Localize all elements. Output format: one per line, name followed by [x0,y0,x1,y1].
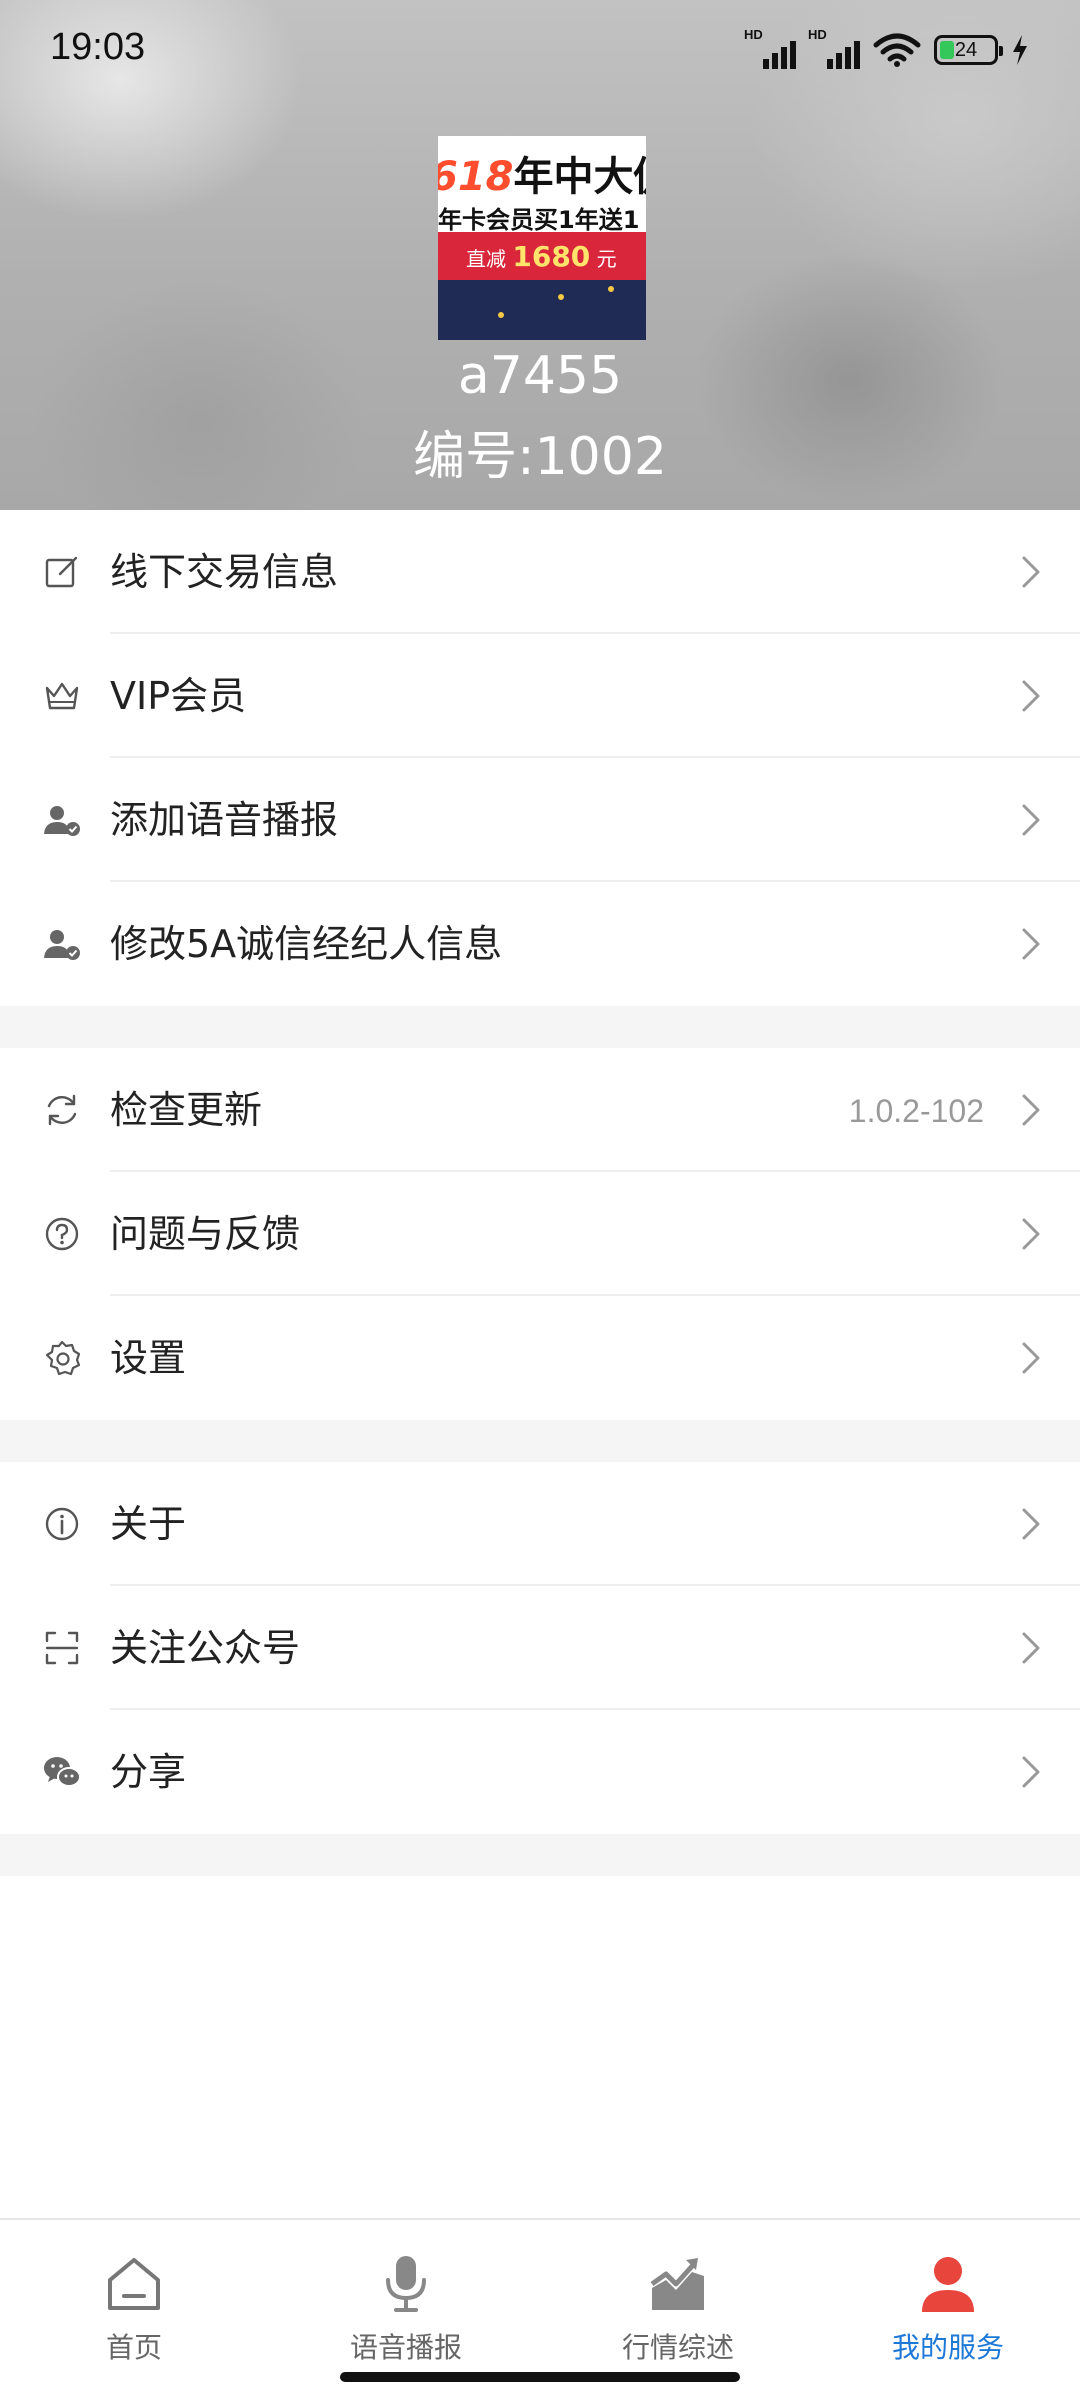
avatar-line1-text: 年中大促 [513,154,647,200]
avatar-banner-suffix: 元 [596,247,617,271]
menu-item-label: 检查更新 [110,1088,263,1132]
menu-item-edit-agent[interactable]: 修改5A诚信经纪人信息 [0,882,1080,1006]
chevron-right-icon [1022,1756,1040,1788]
avatar-line1-number: 618 [438,154,514,200]
menu-group: 线下交易信息 VIP会员 添加语音播报 修改5A诚信经纪人信息 [0,510,1080,1006]
scan-icon [45,1631,79,1665]
menu-item-label: 关于 [110,1502,187,1546]
refresh-icon [47,1094,77,1126]
avatar[interactable]: 618年中大促 年卡会员买1年送1 直减 1680 元 [438,136,646,340]
wifi-icon [873,33,921,67]
trend-chart-icon [650,2258,704,2310]
tab-market-overview[interactable]: 行情综述 [578,2240,778,2370]
menu-item-label: 添加语音播报 [110,798,339,842]
menu-item-label: 设置 [110,1336,187,1380]
menu-item-label: 修改5A诚信经纪人信息 [110,922,503,966]
tab-home[interactable]: 首页 [34,2240,234,2370]
avatar-line1: 618年中大促 [438,144,646,202]
menu-group: 关于 关注公众号 分享 [0,1462,1080,1834]
tab-label: 行情综述 [621,2331,734,2364]
status-icons: HD HD 24 [744,27,1030,70]
avatar-banner: 直减 1680 元 [438,232,646,280]
avatar-banner-prefix: 直减 [466,247,506,271]
status-bar: 19:03 HD HD 24 [0,0,1080,100]
battery-icon: 24 [934,35,1003,65]
section-divider [0,1420,1080,1462]
menu-item-label: VIP会员 [110,674,247,718]
cell-signal-icon: HD [744,27,796,69]
user-icon [922,2257,974,2312]
home-icon [108,2258,160,2310]
gear-icon [45,1340,81,1376]
crown-icon [45,682,79,710]
avatar-decoration [608,286,614,292]
signal-hd-label-2: HD [808,27,827,42]
menu-list: 线下交易信息 VIP会员 添加语音播报 修改5A诚信经纪人信息 检查更新 1.0… [0,510,1080,1876]
menu-group: 检查更新 1.0.2-102 问题与反馈 设置 [0,1048,1080,1420]
menu-item-label: 线下交易信息 [110,550,339,594]
menu-item-offline-trades[interactable]: 线下交易信息 [0,510,1080,634]
tab-label: 首页 [105,2331,162,2364]
tab-voice-broadcast[interactable]: 语音播报 [306,2240,506,2370]
avatar-line2: 年卡会员买1年送1 [438,206,640,234]
chevron-right-icon [1022,556,1040,588]
menu-item-label: 问题与反馈 [110,1212,301,1256]
menu-item-share[interactable]: 分享 [0,1710,1080,1834]
wechat-icon [44,1757,81,1787]
home-indicator[interactable] [340,2372,740,2382]
charging-bolt-icon [1013,35,1027,65]
edit-icon [45,556,78,588]
username: a7455 [457,346,623,406]
status-time: 19:03 [50,26,146,68]
chevron-right-icon [1022,1218,1040,1250]
tab-label: 语音播报 [349,2331,462,2364]
menu-item-add-voice[interactable]: 添加语音播报 [0,758,1080,882]
microphone-icon [386,2256,426,2312]
chevron-right-icon [1022,1094,1040,1126]
section-divider [0,1834,1080,1876]
chevron-right-icon [1022,804,1040,836]
profile-header: 19:03 HD HD 24 618年中大 年卡会员买1年送1 直减 1680 … [0,0,1080,510]
chevron-right-icon [1022,680,1040,712]
menu-item-settings[interactable]: 设置 [0,1296,1080,1420]
chevron-right-icon [1022,1508,1040,1540]
menu-item-label: 分享 [110,1750,187,1794]
menu-item-about[interactable]: 关于 [0,1462,1080,1586]
chevron-right-icon [1022,1632,1040,1664]
menu-item-feedback[interactable]: 问题与反馈 [0,1172,1080,1296]
menu-item-follow-account[interactable]: 关注公众号 [0,1586,1080,1710]
avatar-banner-amount: 1680 [512,240,591,273]
chevron-right-icon [1022,1342,1040,1374]
section-divider [0,1006,1080,1048]
menu-item-label: 关注公众号 [110,1626,301,1670]
cell-signal-icon-2: HD [808,27,860,69]
user-check-icon [44,930,80,960]
user-id: 编号:1002 [413,427,667,487]
help-circle-icon [45,1217,79,1251]
user-check-icon [44,806,80,836]
info-icon [45,1507,79,1541]
chevron-right-icon [1022,928,1040,960]
avatar-decoration [558,294,564,300]
tab-label: 我的服务 [891,2331,1004,2364]
menu-item-vip[interactable]: VIP会员 [0,634,1080,758]
tab-my-services[interactable]: 我的服务 [848,2240,1048,2370]
battery-level: 24 [954,39,978,61]
signal-hd-label: HD [744,27,763,42]
menu-item-check-update[interactable]: 检查更新 1.0.2-102 [0,1048,1080,1172]
app-version: 1.0.2-102 [848,1093,984,1129]
avatar-decoration [498,312,504,318]
